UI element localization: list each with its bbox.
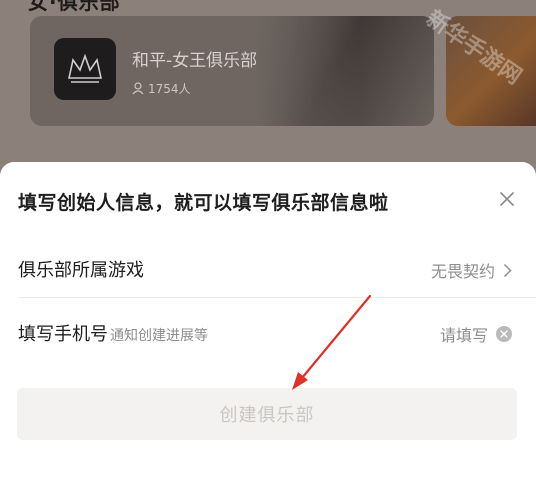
club-card[interactable]: 和平-女王俱乐部 1754人 — [30, 16, 434, 126]
club-logo — [54, 38, 116, 100]
game-label: 俱乐部所属游戏 — [18, 260, 144, 281]
close-icon — [500, 192, 514, 206]
phone-input[interactable]: 请填写 — [440, 322, 512, 346]
phone-hint: 通知创建进展等 — [110, 328, 208, 344]
background-section-title: 女·俱乐部 — [28, 0, 121, 14]
game-select-row[interactable]: 俱乐部所属游戏 无畏契约 — [0, 238, 536, 298]
clear-icon[interactable] — [496, 326, 512, 342]
background-page: 女·俱乐部 和平-女王俱乐部 1754人 新华手游网 — [0, 0, 536, 165]
club-name: 和平-女王俱乐部 — [132, 51, 258, 71]
club-card-photo — [254, 16, 434, 126]
club-members: 1754人 — [132, 80, 191, 97]
person-icon — [132, 82, 144, 95]
create-club-sheet: 填写创始人信息，就可以填写俱乐部信息啦 俱乐部所属游戏 无畏契约 填写手机号 通知… — [0, 162, 536, 485]
clear-x-icon — [500, 330, 508, 338]
create-club-button[interactable]: 创建俱乐部 — [17, 388, 517, 440]
club-member-count: 1754人 — [148, 82, 191, 96]
crown-logo-icon — [68, 53, 102, 83]
phone-placeholder: 请填写 — [439, 326, 488, 345]
phone-label-text: 填写手机号 — [18, 324, 108, 345]
chevron-right-icon — [503, 263, 512, 277]
game-value: 无畏契约 — [431, 258, 512, 282]
game-value-text: 无畏契约 — [430, 262, 495, 281]
phone-label: 填写手机号 通知创建进展等 — [18, 320, 208, 346]
sheet-title: 填写创始人信息，就可以填写俱乐部信息啦 — [18, 192, 389, 214]
divider — [18, 297, 536, 298]
close-button[interactable] — [496, 188, 518, 210]
phone-row: 填写手机号 通知创建进展等 请填写 — [0, 302, 536, 362]
